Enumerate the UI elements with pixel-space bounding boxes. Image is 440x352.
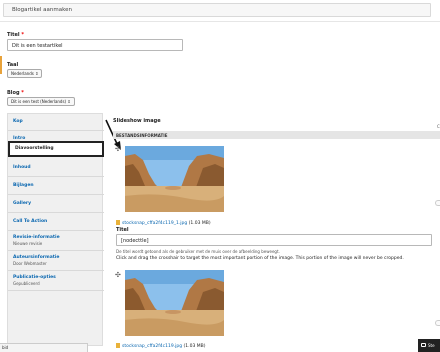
sidebar-item-inhoud[interactable]: Inhoud [8, 159, 104, 177]
blog-select[interactable]: Dit is een test (Nederlands) ⇕ [7, 97, 75, 106]
chat-icon [421, 343, 426, 347]
file-link-row: stocksnap_cffa2f4c119_1.jpg (1.03 MB) [116, 220, 211, 226]
sidebar-item-revisie-informatie[interactable]: Revisie-informatie Nieuwe revisie [8, 231, 104, 251]
sidebar-item-kop[interactable]: Kop [8, 114, 104, 131]
file-link-row-2: stocksnap_cffa2f4c119.jpg (1.03 MB) [116, 343, 205, 349]
image-file-icon [116, 220, 120, 225]
language-label: Taal [7, 62, 19, 68]
status-bar: bid [0, 343, 88, 352]
drag-handle-icon[interactable]: ✣ [115, 271, 121, 279]
scroll-handle-2[interactable] [435, 320, 440, 326]
sidebar-item-diavoorstelling[interactable]: Diavoorstelling [8, 141, 104, 157]
left-accent-bar [0, 56, 2, 74]
image-title-value: [nodecttle] [121, 238, 149, 244]
drag-handle-icon[interactable]: ✣ [115, 145, 121, 153]
page-tab-label: Blogartikel aanmaken [12, 7, 72, 13]
image-title-description: De titel wordt getoond als de gebruiker … [116, 249, 280, 254]
file-link-2[interactable]: stocksnap_cffa2f4c119.jpg [122, 344, 182, 349]
title-label: Titel * [7, 32, 24, 38]
sidebar-item-bijlagen[interactable]: Bijlagen [8, 177, 104, 195]
title-input-value: Dit is een testartikel [12, 43, 63, 49]
file-info-header: BESTANDSINFORMATIE [113, 131, 440, 139]
sidebar-item-auteursinformatie[interactable]: Auteursinformatie Door Webmaster [8, 251, 104, 271]
blog-label: Blog * [7, 90, 24, 96]
vertical-tabs-sidebar: Kop Intro Diavoorstelling Inhoud Bijlage… [7, 113, 104, 346]
image-preview-2 [125, 270, 224, 336]
image-title-label: Titel [116, 227, 129, 233]
image-file-icon [116, 343, 120, 348]
sidebar-item-publicatie-opties[interactable]: Publicatie-opties Gepubliceerd [8, 271, 104, 291]
sidebar-item-call-to-action[interactable]: Call To Action [8, 213, 104, 231]
language-select[interactable]: Nederlands ⇕ [7, 69, 43, 78]
page-tab[interactable]: Blogartikel aanmaken [3, 3, 431, 17]
sidebar-item-gallery[interactable]: Gallery [8, 195, 104, 213]
chat-label: Ste [428, 343, 435, 348]
title-input[interactable]: Dit is een testartikel [7, 39, 183, 51]
section-title: Slideshow image [113, 118, 161, 124]
page-header: Blogartikel aanmaken [0, 0, 440, 22]
column-letter: C [437, 124, 440, 129]
image-preview [125, 146, 224, 212]
scroll-handle[interactable] [435, 200, 440, 206]
chat-widget[interactable]: Ste [418, 339, 440, 352]
image-title-input[interactable]: [nodecttle] [116, 234, 432, 246]
crop-instruction: Click and drag the crosshair to target t… [116, 256, 404, 261]
file-link[interactable]: stocksnap_cffa2f4c119_1.jpg [122, 221, 187, 226]
